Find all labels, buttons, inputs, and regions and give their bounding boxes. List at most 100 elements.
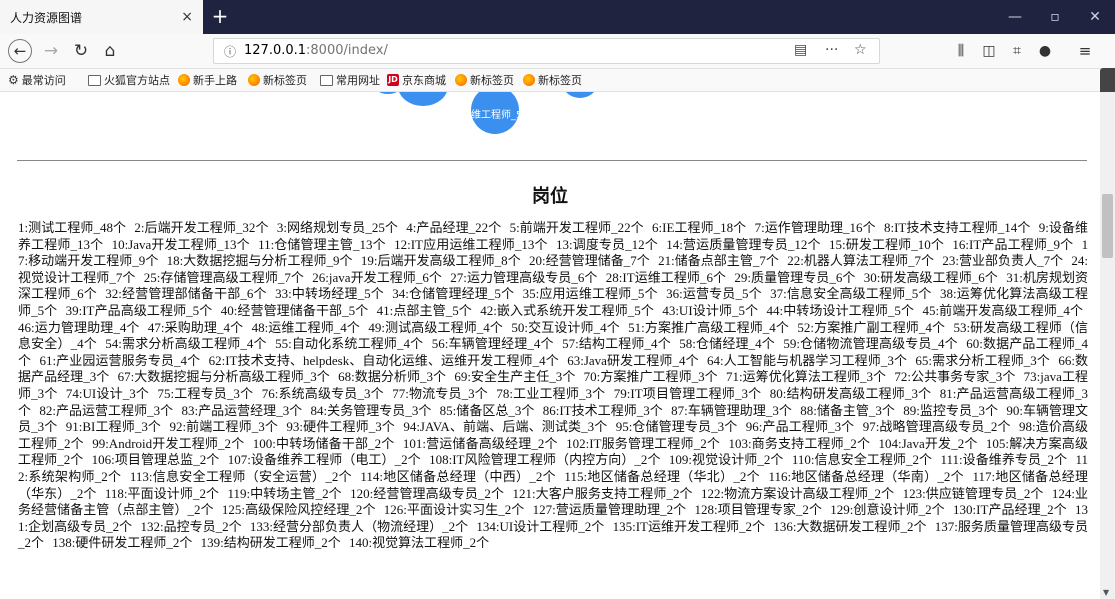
job-entry: 87:车辆管理助理_3个 bbox=[671, 402, 792, 418]
job-entry: 75:工程专员_3个 bbox=[157, 385, 254, 401]
scrollbar-thumb[interactable] bbox=[1102, 194, 1113, 258]
new-tab-button[interactable]: + bbox=[208, 4, 232, 28]
bookmark-item[interactable]: 新标签页 bbox=[248, 72, 307, 88]
extension-icon[interactable]: ● bbox=[1034, 40, 1056, 62]
job-entry: 7:运作管理助理_16个 bbox=[754, 220, 876, 235]
site-info-icon[interactable]: ⓘ bbox=[224, 43, 236, 60]
sidebar-icon[interactable]: ◫ bbox=[978, 40, 1000, 62]
bookmark-item[interactable]: ⚙ 最常访问 bbox=[8, 72, 66, 88]
job-entry: 108:IT风险管理工程师（内控方向）_2个 bbox=[429, 452, 661, 468]
tab-active[interactable]: 人力资源图谱 × bbox=[0, 0, 203, 34]
divider bbox=[17, 160, 1087, 161]
job-entry: 64:人工智能与机器学习工程师_3个 bbox=[707, 352, 908, 368]
url-bar[interactable]: ⓘ 127.0.0.1:8000/index/ ▤ ··· ☆ bbox=[213, 38, 880, 64]
job-entry: 49:测试高级工程师_4个 bbox=[368, 319, 504, 335]
job-entry: 20:经营管理储备_7个 bbox=[529, 253, 650, 269]
navigation-toolbar: ← → ↻ ⌂ ⓘ 127.0.0.1:8000/index/ ▤ ··· ☆ … bbox=[0, 34, 1115, 69]
job-entry: 110:信息安全工程师_2个 bbox=[791, 452, 933, 468]
job-entry: 51:方案推广高级工程师_4个 bbox=[628, 319, 790, 335]
browser-titlebar: 人力资源图谱 × + — ▫ ✕ bbox=[0, 0, 1115, 34]
job-entry: 84:关务管理专员_3个 bbox=[310, 402, 432, 418]
tab-title: 人力资源图谱 bbox=[10, 10, 83, 25]
bookmark-star-icon[interactable]: ☆ bbox=[854, 42, 867, 58]
job-entry: 3:网络规划专员_25个 bbox=[276, 220, 398, 235]
url-text[interactable]: 127.0.0.1:8000/index/ bbox=[244, 43, 388, 58]
folder-icon bbox=[88, 74, 101, 86]
graph-node[interactable] bbox=[563, 92, 597, 98]
restore-button[interactable]: ▫ bbox=[1035, 0, 1075, 34]
job-entry: 83:产品运营经理_3个 bbox=[181, 402, 303, 418]
job-entry: 107:设备维养工程师（电工）_2个 bbox=[227, 452, 421, 468]
job-entry: 57:结构工程师_4个 bbox=[562, 336, 671, 352]
firefox-icon bbox=[455, 74, 467, 86]
bookmark-item[interactable]: 新标签页 bbox=[455, 72, 514, 88]
job-entry: 45:前端开发高级工程师_4个 bbox=[922, 302, 1084, 318]
job-entry: 23:营业部负责人_7个 bbox=[942, 253, 1064, 269]
job-entry: 128:项目管理专家_2个 bbox=[694, 502, 822, 518]
graph-node[interactable] bbox=[398, 92, 448, 106]
job-entry: 37:信息安全高级工程师_5个 bbox=[770, 286, 932, 302]
job-entry: 15:研发工程师_10个 bbox=[829, 236, 945, 252]
menu-icon[interactable]: ≡ bbox=[1074, 40, 1096, 62]
bookmark-item[interactable]: 常用网址 bbox=[320, 72, 380, 88]
job-entry: 130:IT产品经理_2个 bbox=[953, 502, 1067, 518]
job-entry: 93:硬件工程师_3个 bbox=[286, 419, 395, 435]
minimize-button[interactable]: — bbox=[995, 0, 1035, 34]
bookmark-item[interactable]: 新标签页 bbox=[523, 72, 582, 88]
forward-arrow-icon[interactable]: → bbox=[40, 40, 62, 62]
library-icon[interactable]: ⫼ bbox=[950, 40, 972, 62]
firefox-icon bbox=[523, 74, 535, 86]
close-window-button[interactable]: ✕ bbox=[1075, 0, 1115, 34]
job-entry: 136:大数据研发工程师_2个 bbox=[773, 518, 927, 534]
job-entry: 40:经营管理储备干部_5个 bbox=[220, 302, 369, 318]
job-entry: 101:营运储备高级经理_2个 bbox=[402, 435, 558, 451]
job-entry: 116:地区储备总经理（华南）_2个 bbox=[768, 468, 964, 484]
job-entry: 58:仓储经理_4个 bbox=[679, 336, 775, 352]
page-actions-icon[interactable]: ··· bbox=[825, 42, 838, 58]
bookmark-item[interactable]: 火狐官方站点 bbox=[88, 72, 170, 88]
firefox-icon bbox=[178, 74, 190, 86]
job-entry: 5:前端开发工程师_22个 bbox=[509, 220, 644, 235]
job-entry: 120:经营管理高级专员_2个 bbox=[350, 485, 505, 501]
job-entry: 19:后端开发高级工程师_8个 bbox=[360, 253, 521, 269]
reload-icon[interactable]: ↻ bbox=[70, 40, 92, 62]
job-entry: 30:研发高级工程师_6个 bbox=[863, 269, 998, 285]
job-entry: 55:自动化系统工程师_4个 bbox=[275, 336, 424, 352]
job-entry: 1:测试工程师_48个 bbox=[18, 220, 127, 235]
job-entry: 79:IT项目管理工程师_3个 bbox=[613, 385, 762, 401]
scroll-down-arrow-icon[interactable]: ▼ bbox=[1103, 588, 1109, 597]
job-entry: 91:BI工程师_3个 bbox=[65, 419, 162, 435]
job-entry: 36:运营专员_5个 bbox=[666, 286, 762, 302]
bookmarks-toolbar: ⚙ 最常访问 火狐官方站点 新手上路 新标签页 常用网址 JD 京东商城 新标签… bbox=[0, 69, 1115, 92]
job-entry: 138:硬件研发工程师_2个 bbox=[52, 535, 193, 551]
job-entry: 121:大客户服务支持工程师_2个 bbox=[512, 485, 693, 501]
reader-view-icon[interactable]: ▤ bbox=[794, 42, 807, 58]
job-entry: 95:仓储管理专员_3个 bbox=[615, 419, 738, 435]
job-entry: 48:运维工程师_4个 bbox=[251, 319, 361, 335]
job-entry: 32:经营管理部储备干部_6个 bbox=[105, 286, 267, 302]
section-title: 岗位 bbox=[532, 186, 568, 207]
tab-close-icon[interactable]: × bbox=[181, 9, 193, 25]
job-entry: 4:产品经理_22个 bbox=[406, 220, 502, 235]
job-entry: 82:产品运营工程师_3个 bbox=[39, 402, 174, 418]
job-entry: 134:UI设计工程师_2个 bbox=[476, 518, 605, 534]
bookmark-item[interactable]: 新手上路 bbox=[178, 72, 237, 88]
job-entry: 135:IT运维开发工程师_2个 bbox=[612, 518, 766, 534]
job-entry: 118:平面设计师_2个 bbox=[104, 485, 220, 501]
job-entry: 111:设备维养专员_2个 bbox=[940, 452, 1068, 468]
job-entry: 97:战略管理高级专员_2个 bbox=[862, 419, 1011, 435]
job-entry: 42:嵌入式系统开发工程师_5个 bbox=[480, 302, 654, 318]
job-entry: 27:运力管理高级专员_6个 bbox=[450, 269, 598, 285]
back-arrow-icon[interactable]: ← bbox=[8, 39, 32, 63]
job-entry: 94:JAVA、前端、后端、测试类_3个 bbox=[403, 419, 608, 435]
job-entry: 6:IE工程师_18个 bbox=[652, 220, 747, 235]
job-entry: 133:经营分部负责人（物流经理）_2个 bbox=[249, 518, 469, 534]
job-entry: 103:商务支持工程师_2个 bbox=[728, 435, 871, 451]
job-entry: 22:机器人算法工程师_7个 bbox=[787, 253, 935, 269]
job-entry: 11:仓储管理主管_13个 bbox=[258, 236, 386, 252]
folder-icon bbox=[320, 74, 333, 86]
home-icon[interactable]: ⌂ bbox=[99, 40, 121, 62]
bookmark-item[interactable]: JD 京东商城 bbox=[387, 72, 446, 88]
screenshot-icon[interactable]: ⌗ bbox=[1006, 40, 1028, 62]
vertical-scrollbar[interactable]: ▼ bbox=[1100, 92, 1115, 599]
